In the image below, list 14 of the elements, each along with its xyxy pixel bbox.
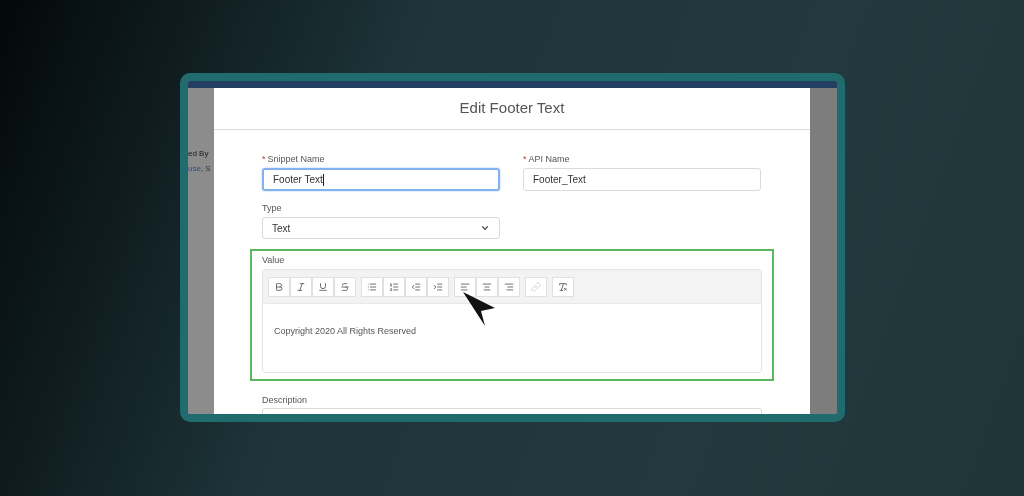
type-select[interactable]: Text: [262, 217, 500, 239]
field-label: API Name: [528, 154, 570, 165]
field-label: Value: [262, 255, 286, 266]
field-label: Snippet Name: [267, 154, 325, 165]
field-label: ed By: [188, 148, 210, 160]
text-field[interactable]: Footer_Text: [523, 168, 761, 191]
field-label: Description: [262, 395, 309, 406]
required-asterisk: *: [262, 154, 266, 165]
required-asterisk: *: [523, 154, 527, 165]
text-field[interactable]: Footer Text: [262, 168, 500, 191]
field-label: Type: [262, 203, 283, 214]
modal-title: Edit Footer Text: [459, 98, 565, 119]
owner-text: , S: [200, 163, 211, 175]
editor-text[interactable]: Copyright 2020 All Rights Reserved: [274, 326, 417, 336]
